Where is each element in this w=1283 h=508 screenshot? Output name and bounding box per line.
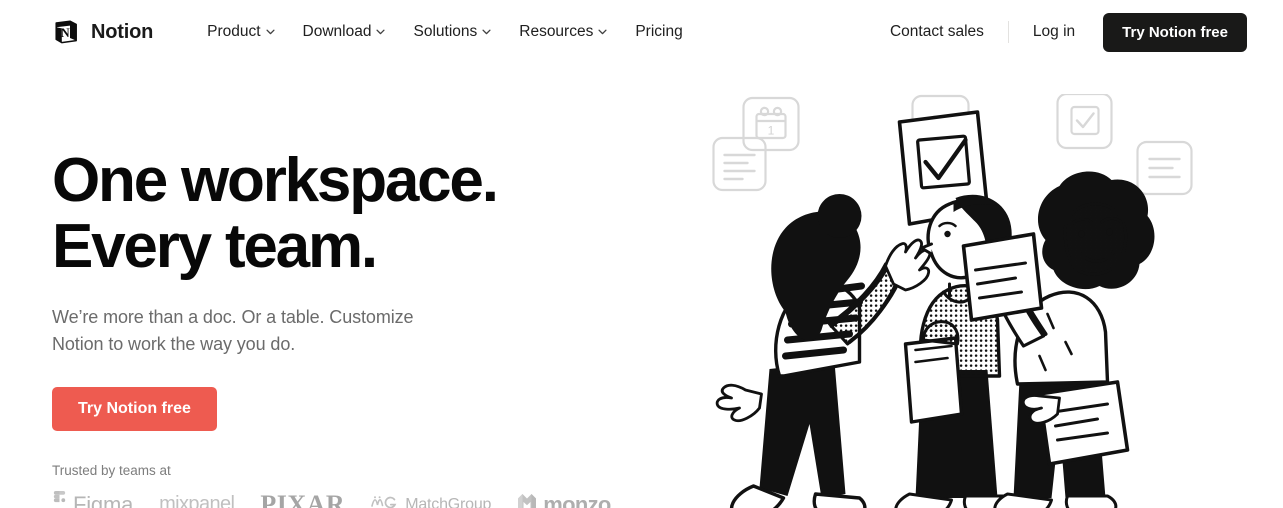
top-navigation-bar: N Notion Product Download Solutions Reso… xyxy=(0,0,1283,64)
logo-monzo: monzo xyxy=(517,491,611,508)
log-in-link[interactable]: Log in xyxy=(1019,15,1089,49)
brand-name-label: Notion xyxy=(91,20,154,43)
matchgroup-wordmark: MatchGroup xyxy=(405,495,492,508)
monzo-icon xyxy=(517,492,537,508)
nav-item-pricing[interactable]: Pricing xyxy=(621,15,696,49)
figure-left xyxy=(715,194,932,508)
hero-content-column: One workspace. Every team. We’re more th… xyxy=(52,64,672,508)
calendar-card: 1 xyxy=(742,96,800,152)
nav-item-resources-label: Resources xyxy=(519,23,594,40)
logo-matchgroup: MatchGroup xyxy=(371,494,491,508)
customer-logo-row: Figma mixpanel PIXAR MatchGroup monzo xyxy=(52,490,672,508)
document-lines-card-left xyxy=(712,136,767,192)
logo-mixpanel: mixpanel xyxy=(159,493,235,508)
hero-illustration-column: 1 Aa xyxy=(672,64,1247,508)
hero-try-notion-free-button[interactable]: Try Notion free xyxy=(52,386,217,431)
figma-wordmark: Figma xyxy=(73,491,134,508)
notion-cube-logo-icon: N xyxy=(52,18,80,46)
nav-try-notion-free-button[interactable]: Try Notion free xyxy=(1103,12,1247,52)
nav-item-solutions-label: Solutions xyxy=(413,23,478,40)
page-title: One workspace. Every team. xyxy=(52,146,499,281)
nav-item-download[interactable]: Download xyxy=(289,15,400,49)
calendar-day-label: 1 xyxy=(768,124,775,138)
logo-pixar: PIXAR xyxy=(260,490,345,508)
monzo-wordmark: monzo xyxy=(543,491,611,508)
nav-item-resources[interactable]: Resources xyxy=(505,15,621,49)
contact-sales-link[interactable]: Contact sales xyxy=(876,15,998,49)
chevron-down-icon xyxy=(598,29,607,35)
main-nav-links: Product Download Solutions Resources Pri xyxy=(193,15,697,49)
chevron-down-icon xyxy=(376,29,386,35)
nav-item-download-label: Download xyxy=(302,23,372,40)
brand-logo-link[interactable]: N Notion xyxy=(52,18,153,46)
chevron-down-icon xyxy=(482,29,491,35)
svg-text:N: N xyxy=(61,26,70,40)
pixar-wordmark: PIXAR xyxy=(260,489,346,508)
figma-icon xyxy=(52,491,67,508)
nav-item-product-label: Product xyxy=(207,23,261,40)
mixpanel-wordmark: mixpanel xyxy=(159,493,235,508)
hero-subheading: We’re more than a doc. Or a table. Custo… xyxy=(52,307,414,354)
nav-right-actions: Contact sales Log in Try Notion free xyxy=(876,12,1247,52)
hero-illustration: 1 Aa xyxy=(712,94,1193,508)
nav-item-pricing-label: Pricing xyxy=(635,23,683,40)
document-lines-card-right xyxy=(1136,140,1193,196)
chevron-down-icon xyxy=(265,29,275,35)
nav-item-product[interactable]: Product xyxy=(193,15,288,49)
matchgroup-icon xyxy=(371,494,399,508)
trusted-by-label: Trusted by teams at xyxy=(52,462,171,478)
hero-section: One workspace. Every team. We’re more th… xyxy=(0,64,1283,508)
nav-vertical-divider xyxy=(1007,21,1009,43)
nav-item-solutions[interactable]: Solutions xyxy=(399,15,505,49)
checkbox-card-top xyxy=(1056,94,1113,150)
logo-figma: Figma xyxy=(52,491,133,508)
